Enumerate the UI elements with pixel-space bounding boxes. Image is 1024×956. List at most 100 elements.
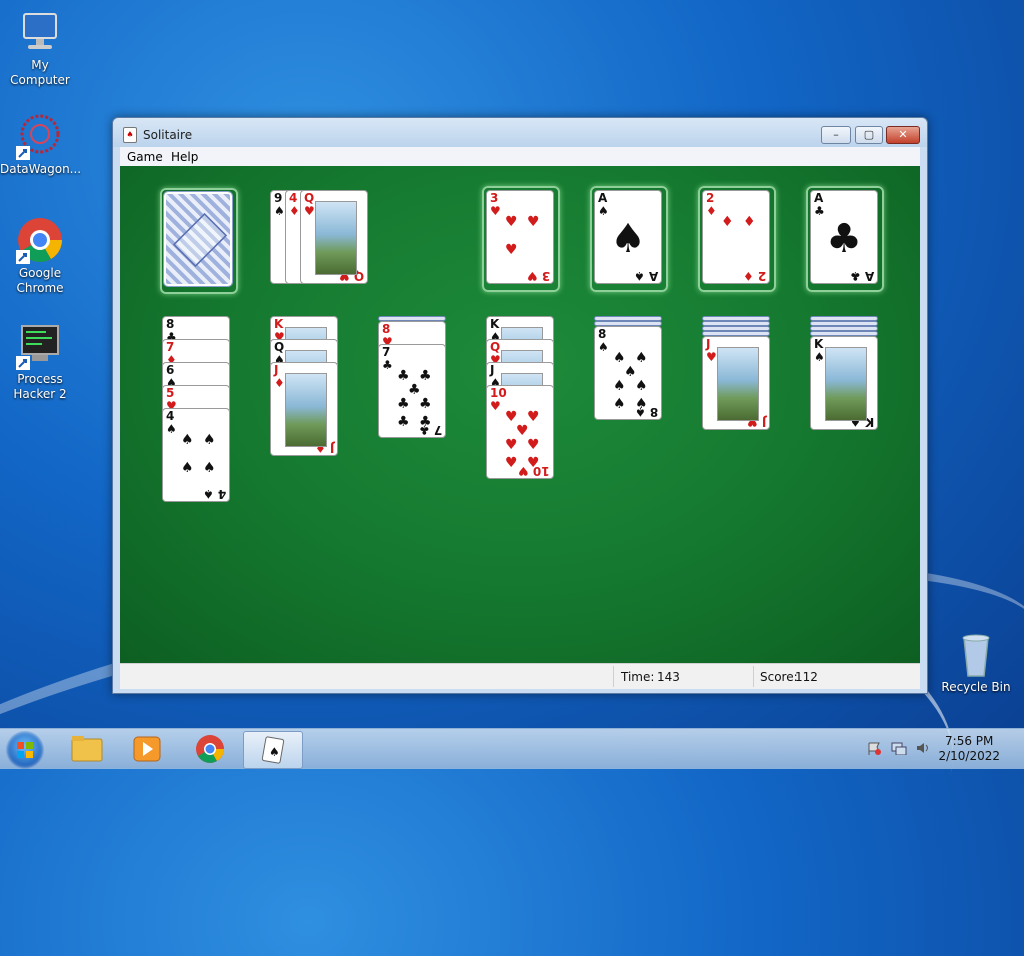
card-suit-icon: ♦ [274, 376, 285, 390]
desktop-icon-label: DataWagon... [0, 162, 82, 176]
media-player-icon [133, 736, 161, 762]
taskbar-solitaire[interactable]: ♠ [243, 731, 303, 769]
tableau-card[interactable]: J ♦ J ♦ [270, 362, 338, 456]
network-icon[interactable] [891, 741, 907, 755]
card-pip-icon: ♣ [419, 414, 432, 430]
tableau-card[interactable]: K♠K ♠ [810, 336, 878, 430]
card-rank: Q ♥ [304, 191, 315, 218]
close-button[interactable]: ✕ [886, 126, 920, 144]
card-rank: 7 ♣ [382, 345, 393, 372]
card-pip-icon: ♦ [743, 214, 756, 230]
card-suit-icon: ♦ [289, 204, 300, 218]
close-icon: ✕ [898, 128, 908, 141]
foundation-pile[interactable]: A ♠ A ♠ ♠ [594, 190, 662, 284]
taskbar-chrome[interactable] [181, 731, 239, 767]
taskbar-media-player[interactable] [118, 731, 176, 767]
clock-time: 7:56 PM [945, 734, 994, 748]
card-pip-icon: ♥ [505, 409, 518, 425]
stock-pile[interactable] [163, 191, 233, 287]
card-rank: A ♠ [598, 191, 609, 218]
start-button[interactable] [6, 731, 44, 769]
card-pip-icon: ♥ [505, 214, 518, 230]
card-center-suit-icon: ♣ [826, 216, 862, 262]
title-bar[interactable]: ♠ Solitaire – ▢ ✕ [113, 118, 927, 147]
waste-card[interactable]: Q ♥ Q ♥ [300, 190, 368, 284]
time-value: 143 [657, 670, 680, 684]
card-pip-icon: ♥ [527, 455, 540, 471]
foundation-pile[interactable]: 3 ♥ 3 ♥ ♥ ♥ ♥ [486, 190, 554, 284]
taskbar: ♠ 7:56 PM 2/10/2022 [0, 728, 1024, 769]
foundation-pile[interactable]: A ♣ A ♣ ♣ [810, 190, 878, 284]
card-pip-icon: ♥ [505, 437, 518, 453]
card-rank: 8 ♠ [598, 327, 609, 354]
card-pip-icon: ♣ [408, 382, 421, 398]
card-pip-icon: ♣ [397, 414, 410, 430]
minimize-button[interactable]: – [821, 126, 851, 144]
tableau-card[interactable]: 7 ♣ 7 ♣ ♣ ♣ ♣ ♣ ♣ ♣ ♣ [378, 344, 446, 438]
minimize-icon: – [833, 128, 839, 141]
desktop-icon-label: Process Hacker 2 [13, 372, 67, 401]
card-rank: 4 ♠ [166, 409, 177, 436]
card-pip-icon: ♦ [721, 214, 734, 230]
card-rank: J ♦ [274, 363, 285, 390]
solitaire-icon: ♠ [261, 736, 285, 764]
card-suit-icon: ♠ [274, 204, 285, 218]
card-suit-icon: ♠ [598, 340, 609, 354]
card-face-art [717, 347, 759, 421]
foundation-pile[interactable]: 2 ♦ 2 ♦ ♦ ♦ [702, 190, 770, 284]
card-rank: 9 ♠ [274, 191, 285, 218]
volume-icon[interactable] [915, 741, 931, 755]
card-rank: 3 ♥ [490, 191, 501, 218]
card-pip-icon: ♥ [505, 242, 518, 258]
card-rank-bottom: A ♣ [849, 269, 874, 283]
card-suit-icon: ♥ [490, 204, 501, 218]
svg-text:♠: ♠ [269, 745, 280, 759]
maximize-button[interactable]: ▢ [855, 126, 883, 144]
card-rank-bottom: 4 ♠ [202, 487, 226, 501]
desktop-icon-google-chrome[interactable]: Google Chrome [0, 216, 80, 296]
status-divider [753, 666, 754, 687]
folder-icon [71, 736, 103, 762]
card-rank: A ♣ [814, 191, 825, 218]
chrome-icon [16, 216, 64, 264]
status-bar: Time: 143 Score: 112 [120, 663, 920, 689]
menu-help[interactable]: Help [171, 150, 198, 164]
menu-game[interactable]: Game [127, 150, 163, 164]
tableau-card[interactable]: 4 ♠ 4 ♠ ♠ ♠ ♠ ♠ [162, 408, 230, 502]
card-rank-bottom: 3 ♥ [526, 269, 550, 283]
desktop-icon-recycle-bin[interactable]: Recycle Bin [936, 630, 1016, 695]
card-pip-icon: ♠ [181, 432, 194, 448]
card-pip-icon: ♠ [635, 396, 648, 412]
clock-date: 2/10/2022 [938, 749, 1000, 763]
card-suit-icon: ♦ [706, 204, 717, 218]
tableau-card[interactable]: 8 ♠ 8 ♠ ♠ ♠ ♠ ♠ ♠ ♠ ♠ [594, 326, 662, 420]
desktop-icon-label: My Computer [10, 58, 70, 87]
action-center-flag-icon[interactable] [866, 741, 882, 755]
card-pip-icon: ♠ [613, 378, 626, 394]
card-rank: J ♥ [706, 337, 717, 364]
card-face-art [285, 373, 327, 447]
card-suit-icon: ♠ [814, 350, 825, 364]
solitaire-window: ♠ Solitaire – ▢ ✕ Game Help 9♠9 ♠♠♠♠♠♠♠♠… [112, 117, 928, 694]
desktop-icon-label: Google Chrome [16, 266, 64, 295]
desktop-icon-process-hacker[interactable]: Process Hacker 2 [0, 322, 80, 402]
desktop-icon-datawagon[interactable]: DataWagon... [0, 112, 82, 177]
card-pip-icon: ♣ [419, 368, 432, 384]
datawagon-icon [16, 112, 64, 160]
computer-icon [16, 8, 64, 56]
taskbar-file-explorer[interactable] [58, 731, 116, 767]
card-pip-icon: ♠ [181, 460, 194, 476]
window-title: Solitaire [143, 128, 193, 142]
card-pip-icon: ♥ [527, 437, 540, 453]
tableau-card[interactable]: 10 ♥ 10 ♥ ♥ ♥ ♥ ♥ ♥ ♥ ♥ [486, 385, 554, 479]
recycle-bin-icon [952, 630, 1000, 678]
card-pip-icon: ♣ [397, 396, 410, 412]
desktop-icon-label: Recycle Bin [941, 680, 1011, 694]
menu-bar: Game Help [120, 147, 920, 166]
tableau-card[interactable]: J ♥ J ♥ [702, 336, 770, 430]
desktop-icon-my-computer[interactable]: My Computer [0, 8, 80, 88]
game-table[interactable]: 9♠9 ♠♠♠♠♠♠♠♠4♦4 ♦♦♦♦♦Q♥Q ♥3♥3 ♥♥♥♥A♠A ♠♠… [120, 166, 920, 663]
taskbar-clock[interactable]: 7:56 PM 2/10/2022 [938, 734, 1000, 764]
card-pip-icon: ♠ [635, 350, 648, 366]
card-suit-icon: ♣ [382, 358, 393, 372]
